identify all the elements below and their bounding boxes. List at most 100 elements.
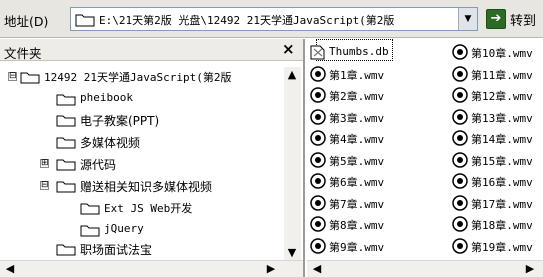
database-file-icon	[310, 44, 326, 60]
file-item[interactable]: 第18章.wmv	[452, 214, 543, 234]
file-item[interactable]: 第3章.wmv	[310, 107, 440, 127]
file-item[interactable]: 第12章.wmv	[452, 85, 543, 105]
tree-horizontal-scrollbar[interactable]: ◀ ▶	[0, 260, 303, 277]
media-file-icon	[452, 44, 468, 60]
media-file-icon	[452, 216, 468, 232]
scroll-right-icon[interactable]: ▶	[522, 261, 538, 277]
file-item[interactable]: 第16章.wmv	[452, 171, 543, 191]
file-item[interactable]: 第4章.wmv	[310, 128, 440, 148]
file-item[interactable]: 第11章.wmv	[452, 64, 543, 84]
go-label: 转到	[510, 14, 537, 29]
folder-icon	[56, 244, 76, 256]
file-name: 第18章.wmv	[471, 219, 533, 232]
file-name: 第8章.wmv	[329, 219, 385, 232]
media-file-icon	[310, 130, 326, 146]
scroll-left-icon[interactable]: ◀	[309, 261, 325, 277]
files-horizontal-scrollbar[interactable]: ◀ ▶	[307, 260, 543, 277]
media-file-icon	[452, 173, 468, 189]
file-item[interactable]: 第8章.wmv	[310, 214, 440, 234]
file-name: 第10章.wmv	[471, 47, 533, 60]
tree-node-extjs[interactable]: Ext JS Web开发	[0, 198, 284, 218]
tree-node-root[interactable]: ⊟ 12492 21天学通JavaScript(第2版	[0, 67, 284, 87]
tree-node-interview[interactable]: 职场面试法宝	[0, 239, 284, 259]
address-bar: 地址(D) E:\21天第2版 光盘\12492 21天学通JavaScript…	[0, 0, 543, 38]
file-name: 第4章.wmv	[329, 133, 385, 146]
tree-node-label: 12492 21天学通JavaScript(第2版	[44, 71, 232, 84]
tree-node-multimedia[interactable]: 多媒体视频	[0, 132, 284, 152]
file-name: Thumbs.db	[329, 45, 389, 58]
file-name: 第9章.wmv	[329, 240, 385, 254]
tree-node-label: 赠送相关知识多媒体视频	[80, 180, 213, 194]
folder-icon	[80, 225, 100, 237]
tree-node-pheibook[interactable]: pheibook	[0, 89, 284, 109]
folder-icon	[56, 181, 76, 193]
file-name: 第16章.wmv	[471, 176, 533, 189]
file-item[interactable]: 第14章.wmv	[452, 128, 543, 148]
tree-node-source[interactable]: ⊞ 源代码	[0, 154, 284, 174]
go-button[interactable]: ➔ 转到	[486, 8, 543, 30]
media-file-icon	[310, 87, 326, 103]
media-file-icon	[310, 65, 326, 82]
folder-icon	[56, 159, 76, 171]
file-name: 第19章.wmv	[471, 240, 533, 254]
address-input[interactable]: E:\21天第2版 光盘\12492 21天学通JavaScript(第2版 ▼	[70, 7, 478, 31]
tree-node-jquery[interactable]: jQuery	[0, 220, 284, 240]
file-name: 第14章.wmv	[471, 133, 533, 146]
scroll-up-icon[interactable]: ▲	[284, 67, 300, 83]
tree-node-label: 职场面试法宝	[80, 243, 153, 257]
file-item[interactable]: 第19章.wmv	[452, 236, 543, 256]
file-item[interactable]: 第17章.wmv	[452, 193, 543, 213]
media-file-icon	[310, 173, 326, 189]
file-item[interactable]: 第13章.wmv	[452, 107, 543, 127]
file-name: 第6章.wmv	[329, 176, 385, 189]
file-name: 第7章.wmv	[329, 197, 385, 211]
file-item[interactable]: Thumbs.db	[310, 42, 440, 62]
file-name: 第1章.wmv	[329, 68, 385, 82]
tree-node-label: Ext JS Web开发	[104, 202, 193, 215]
scroll-down-icon[interactable]: ▼	[284, 245, 300, 261]
file-item[interactable]: 第7章.wmv	[310, 193, 440, 213]
collapse-icon[interactable]: ⊟	[8, 72, 17, 81]
media-file-icon	[452, 87, 468, 103]
file-name: 第3章.wmv	[329, 111, 385, 125]
folder-icon	[56, 94, 76, 106]
folder-icon	[75, 14, 95, 27]
media-file-icon	[310, 194, 326, 211]
tree-node-label: jQuery	[104, 222, 144, 235]
folders-title: 文件夹	[4, 46, 42, 61]
tree-node-label: 多媒体视频	[80, 136, 141, 150]
collapse-icon[interactable]: ⊟	[40, 181, 49, 190]
expand-icon[interactable]: ⊞	[40, 159, 49, 168]
file-item[interactable]: 第1章.wmv	[310, 64, 440, 84]
file-item[interactable]: 第10章.wmv	[452, 42, 543, 62]
folders-pane: 文件夹 × ⊟ 12492 21天学通JavaScript(第2版 pheibo…	[0, 39, 305, 277]
tree-node-label: 电子教案(PPT)	[80, 114, 160, 128]
file-item[interactable]: 第6章.wmv	[310, 171, 440, 191]
folder-icon	[56, 137, 76, 149]
file-item[interactable]: 第9章.wmv	[310, 236, 440, 256]
file-name: 第5章.wmv	[329, 154, 385, 168]
scroll-right-icon[interactable]: ▶	[263, 261, 279, 277]
scroll-left-icon[interactable]: ◀	[2, 261, 18, 277]
address-dropdown-button[interactable]: ▼	[458, 8, 477, 30]
go-arrow-icon: ➔	[486, 9, 506, 29]
media-file-icon	[310, 237, 326, 254]
files-pane: ◀ ▶ Thumbs.db 第1章.wmv 第2章.wmv 第3章.wmv 第4章.wm…	[307, 39, 543, 277]
media-file-icon	[452, 237, 468, 254]
media-file-icon	[452, 108, 468, 125]
close-icon[interactable]: ×	[282, 40, 295, 58]
tree-node-label: 源代码	[80, 158, 117, 172]
folder-icon	[80, 203, 100, 215]
explorer-window: 地址(D) E:\21天第2版 光盘\12492 21天学通JavaScript…	[0, 0, 543, 277]
file-name: 第2章.wmv	[329, 90, 385, 103]
tree-node-ppt[interactable]: 电子教案(PPT)	[0, 110, 284, 130]
file-item[interactable]: 第15章.wmv	[452, 150, 543, 170]
file-item[interactable]: 第5章.wmv	[310, 150, 440, 170]
folders-header: 文件夹 ×	[0, 39, 303, 61]
folder-icon	[56, 115, 76, 127]
file-item[interactable]: 第2章.wmv	[310, 85, 440, 105]
tree-vertical-scrollbar[interactable]: ▲ ▼	[284, 67, 301, 261]
media-file-icon	[452, 130, 468, 146]
address-value: E:\21天第2版 光盘\12492 21天学通JavaScript(第2版	[99, 14, 395, 27]
tree-node-bonus[interactable]: ⊟ 赠送相关知识多媒体视频	[0, 176, 284, 196]
